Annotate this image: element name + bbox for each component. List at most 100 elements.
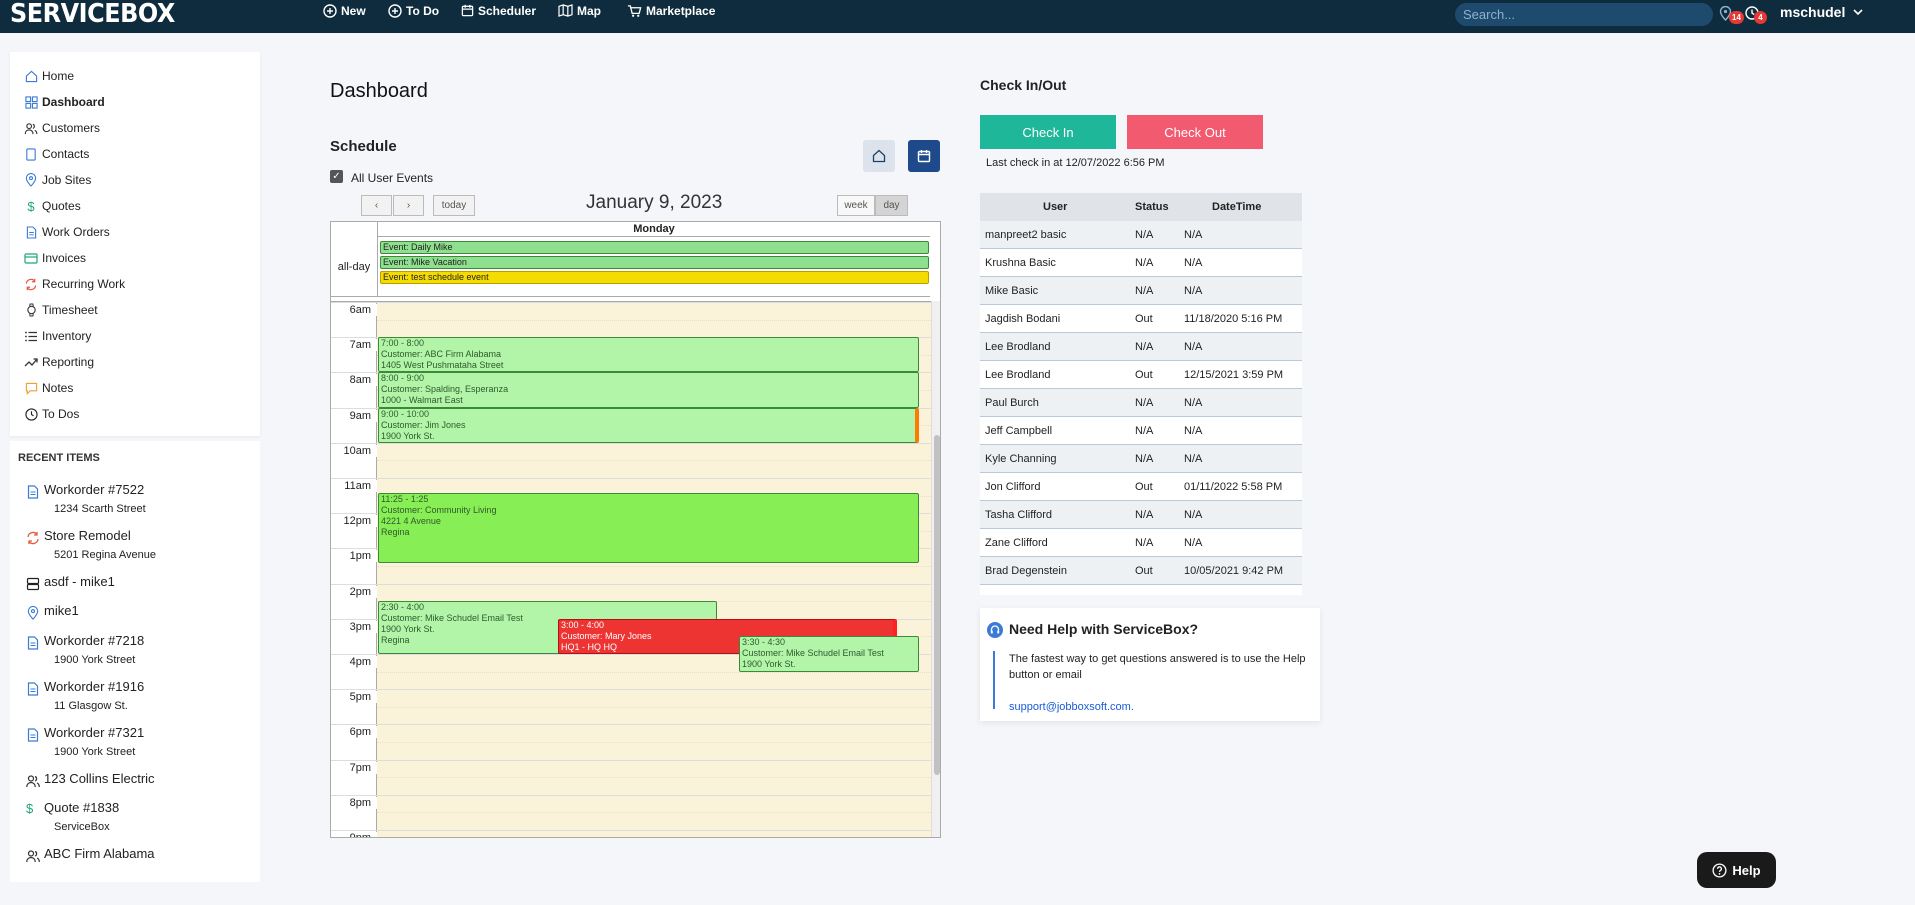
allday-event[interactable]: Event: Daily Mike	[380, 241, 929, 254]
topnav-new-label: New	[341, 3, 366, 18]
next-button[interactable]: ›	[393, 195, 424, 216]
cell-status: N/A	[1135, 397, 1154, 409]
sidebar-item-label: Work Orders	[42, 225, 110, 239]
hour-label: 9pm	[331, 832, 377, 837]
day-view-button[interactable]: day	[875, 195, 908, 216]
topnav-todo-label: To Do	[406, 3, 440, 18]
hour-line	[331, 302, 931, 303]
location-notifications[interactable]: 14	[1719, 5, 1744, 26]
cell-status: N/A	[1135, 537, 1154, 549]
cell-status: Out	[1135, 369, 1153, 381]
home-icon	[24, 69, 38, 83]
sidebar-item-inventory[interactable]: Inventory	[24, 326, 91, 346]
cell-user: Kyle Channing	[985, 453, 1057, 465]
recent-item-subtitle: 1234 Scarth Street	[54, 503, 146, 515]
cell-user: Jeff Campbell	[985, 425, 1053, 437]
customers-icon	[26, 850, 40, 863]
calendar-event[interactable]: 11:25 - 1:25 Customer: Community Living 42…	[378, 492, 919, 564]
sidebar-item-timesheet[interactable]: Timesheet	[24, 300, 98, 320]
sidebar-item-dashboard[interactable]: Dashboard	[24, 92, 105, 112]
calendar-event[interactable]: 9:00 - 10:00 Customer: Jim Jones 1900 York…	[378, 407, 919, 443]
sidebar-item-work-orders[interactable]: Work Orders	[24, 222, 110, 242]
day-calendar: Monday all-day Event: Daily Mike Event: …	[330, 221, 941, 838]
half-hour-line	[377, 812, 931, 814]
document-icon	[27, 485, 39, 499]
sidebar-item-job-sites[interactable]: Job Sites	[24, 170, 91, 190]
cell-user: Jagdish Bodani	[985, 313, 1061, 325]
today-button[interactable]: today	[433, 195, 475, 216]
recent-item-title: asdf - mike1	[44, 574, 115, 589]
recent-item-title: mike1	[44, 603, 79, 618]
headset-icon	[987, 622, 1003, 638]
sidebar-item-customers[interactable]: Customers	[24, 118, 100, 138]
sidebar-item-label: Job Sites	[42, 173, 92, 187]
support-email-link[interactable]: support@jobboxsoft.com.	[1009, 701, 1134, 713]
cell-datetime: N/A	[1184, 537, 1203, 549]
event-detail: Regina	[381, 526, 410, 537]
table-row: Kyle Channing N/A N/A	[980, 445, 1302, 473]
username: mschudel	[1780, 4, 1846, 20]
cell-datetime: N/A	[1184, 509, 1203, 521]
invoice-icon	[24, 251, 38, 265]
search-input[interactable]	[1455, 3, 1713, 26]
sidebar-item-label: Invoices	[42, 251, 87, 265]
help-card-text: The fastest way to get questions answere…	[1009, 653, 1306, 681]
sidebar-item-reporting[interactable]: Reporting	[24, 352, 94, 372]
app-logo[interactable]: SERVICEBOX	[10, 1, 175, 27]
topnav-scheduler[interactable]: Scheduler	[461, 0, 536, 21]
half-hour-line	[377, 319, 931, 321]
hour-label: 3pm	[331, 620, 377, 633]
allday-event-label: Event: Daily Mike	[383, 242, 453, 252]
topnav-new[interactable]: New	[323, 0, 366, 21]
table-row: Zane Clifford N/A N/A	[980, 529, 1302, 557]
sidebar: Home Dashboard Customers Contacts Job Si…	[10, 52, 260, 436]
sidebar-item-contacts[interactable]: Contacts	[24, 144, 89, 164]
sidebar-item-quotes[interactable]: $ Quotes	[24, 196, 80, 216]
user-status-table: User Status DateTime manpreet2 basic N/A N…	[980, 193, 1302, 595]
week-view-button[interactable]: week	[837, 195, 875, 216]
user-menu[interactable]: mschudel	[1780, 4, 1863, 20]
topnav-marketplace[interactable]: Marketplace	[627, 0, 715, 21]
sidebar-item-recurring-work[interactable]: Recurring Work	[24, 274, 125, 294]
event-time: 9:00 - 10:00	[381, 408, 430, 419]
cell-datetime: N/A	[1184, 397, 1203, 409]
home-view-button[interactable]	[863, 140, 895, 172]
topnav-todo[interactable]: To Do	[388, 0, 439, 21]
calendar-event[interactable]: 3:30 - 4:30 Customer: Mike Schudel Email …	[739, 636, 919, 672]
prev-button[interactable]: ‹	[361, 195, 392, 216]
help-button[interactable]: Help	[1697, 852, 1776, 888]
recurring-icon	[24, 277, 38, 291]
sidebar-item-home[interactable]: Home	[24, 66, 74, 86]
sidebar-item-invoices[interactable]: Invoices	[24, 248, 86, 268]
allday-event[interactable]: Event: Mike Vacation	[380, 256, 929, 269]
calendar-icon	[461, 4, 474, 17]
all-user-events-label: All User Events	[351, 171, 434, 185]
calendar-scrollbar[interactable]	[931, 301, 940, 837]
check-in-button[interactable]: Check In	[980, 115, 1116, 149]
calendar-event[interactable]: 7:00 - 8:00 Customer: ABC Firm Alabama 140…	[378, 337, 919, 373]
clock-notifications[interactable]: 4	[1745, 6, 1767, 25]
document-icon	[27, 682, 39, 696]
top-bar: SERVICEBOX New To Do Scheduler Map Marke…	[0, 0, 1915, 33]
scrollbar-thumb[interactable]	[934, 435, 940, 775]
hour-label: 9am	[331, 409, 377, 422]
check-out-button[interactable]: Check Out	[1127, 115, 1263, 149]
note-icon	[24, 381, 38, 395]
hour-label: 6pm	[331, 726, 377, 739]
help-card-accent	[993, 651, 995, 709]
sidebar-item-notes[interactable]: Notes	[24, 378, 73, 398]
hour-line	[331, 794, 931, 796]
table-header: User Status DateTime	[980, 193, 1302, 221]
calendar-view-button[interactable]	[908, 140, 940, 172]
table-row: Mike Basic N/A N/A	[980, 277, 1302, 305]
sidebar-item-to-dos[interactable]: To Dos	[24, 404, 79, 424]
event-time: 8:00 - 9:00	[381, 373, 425, 384]
topnav-map[interactable]: Map	[558, 0, 601, 21]
cell-status: N/A	[1135, 285, 1154, 297]
all-user-events-checkbox[interactable]: ✓	[330, 170, 343, 183]
sidebar-item-label: Home	[42, 69, 75, 83]
question-circle-icon	[1712, 862, 1727, 878]
cell-user: Brad Degenstein	[985, 565, 1067, 577]
calendar-event[interactable]: 8:00 - 9:00 Customer: Spalding, Esperanza…	[378, 372, 919, 408]
allday-event[interactable]: Event: test schedule event	[380, 271, 929, 284]
